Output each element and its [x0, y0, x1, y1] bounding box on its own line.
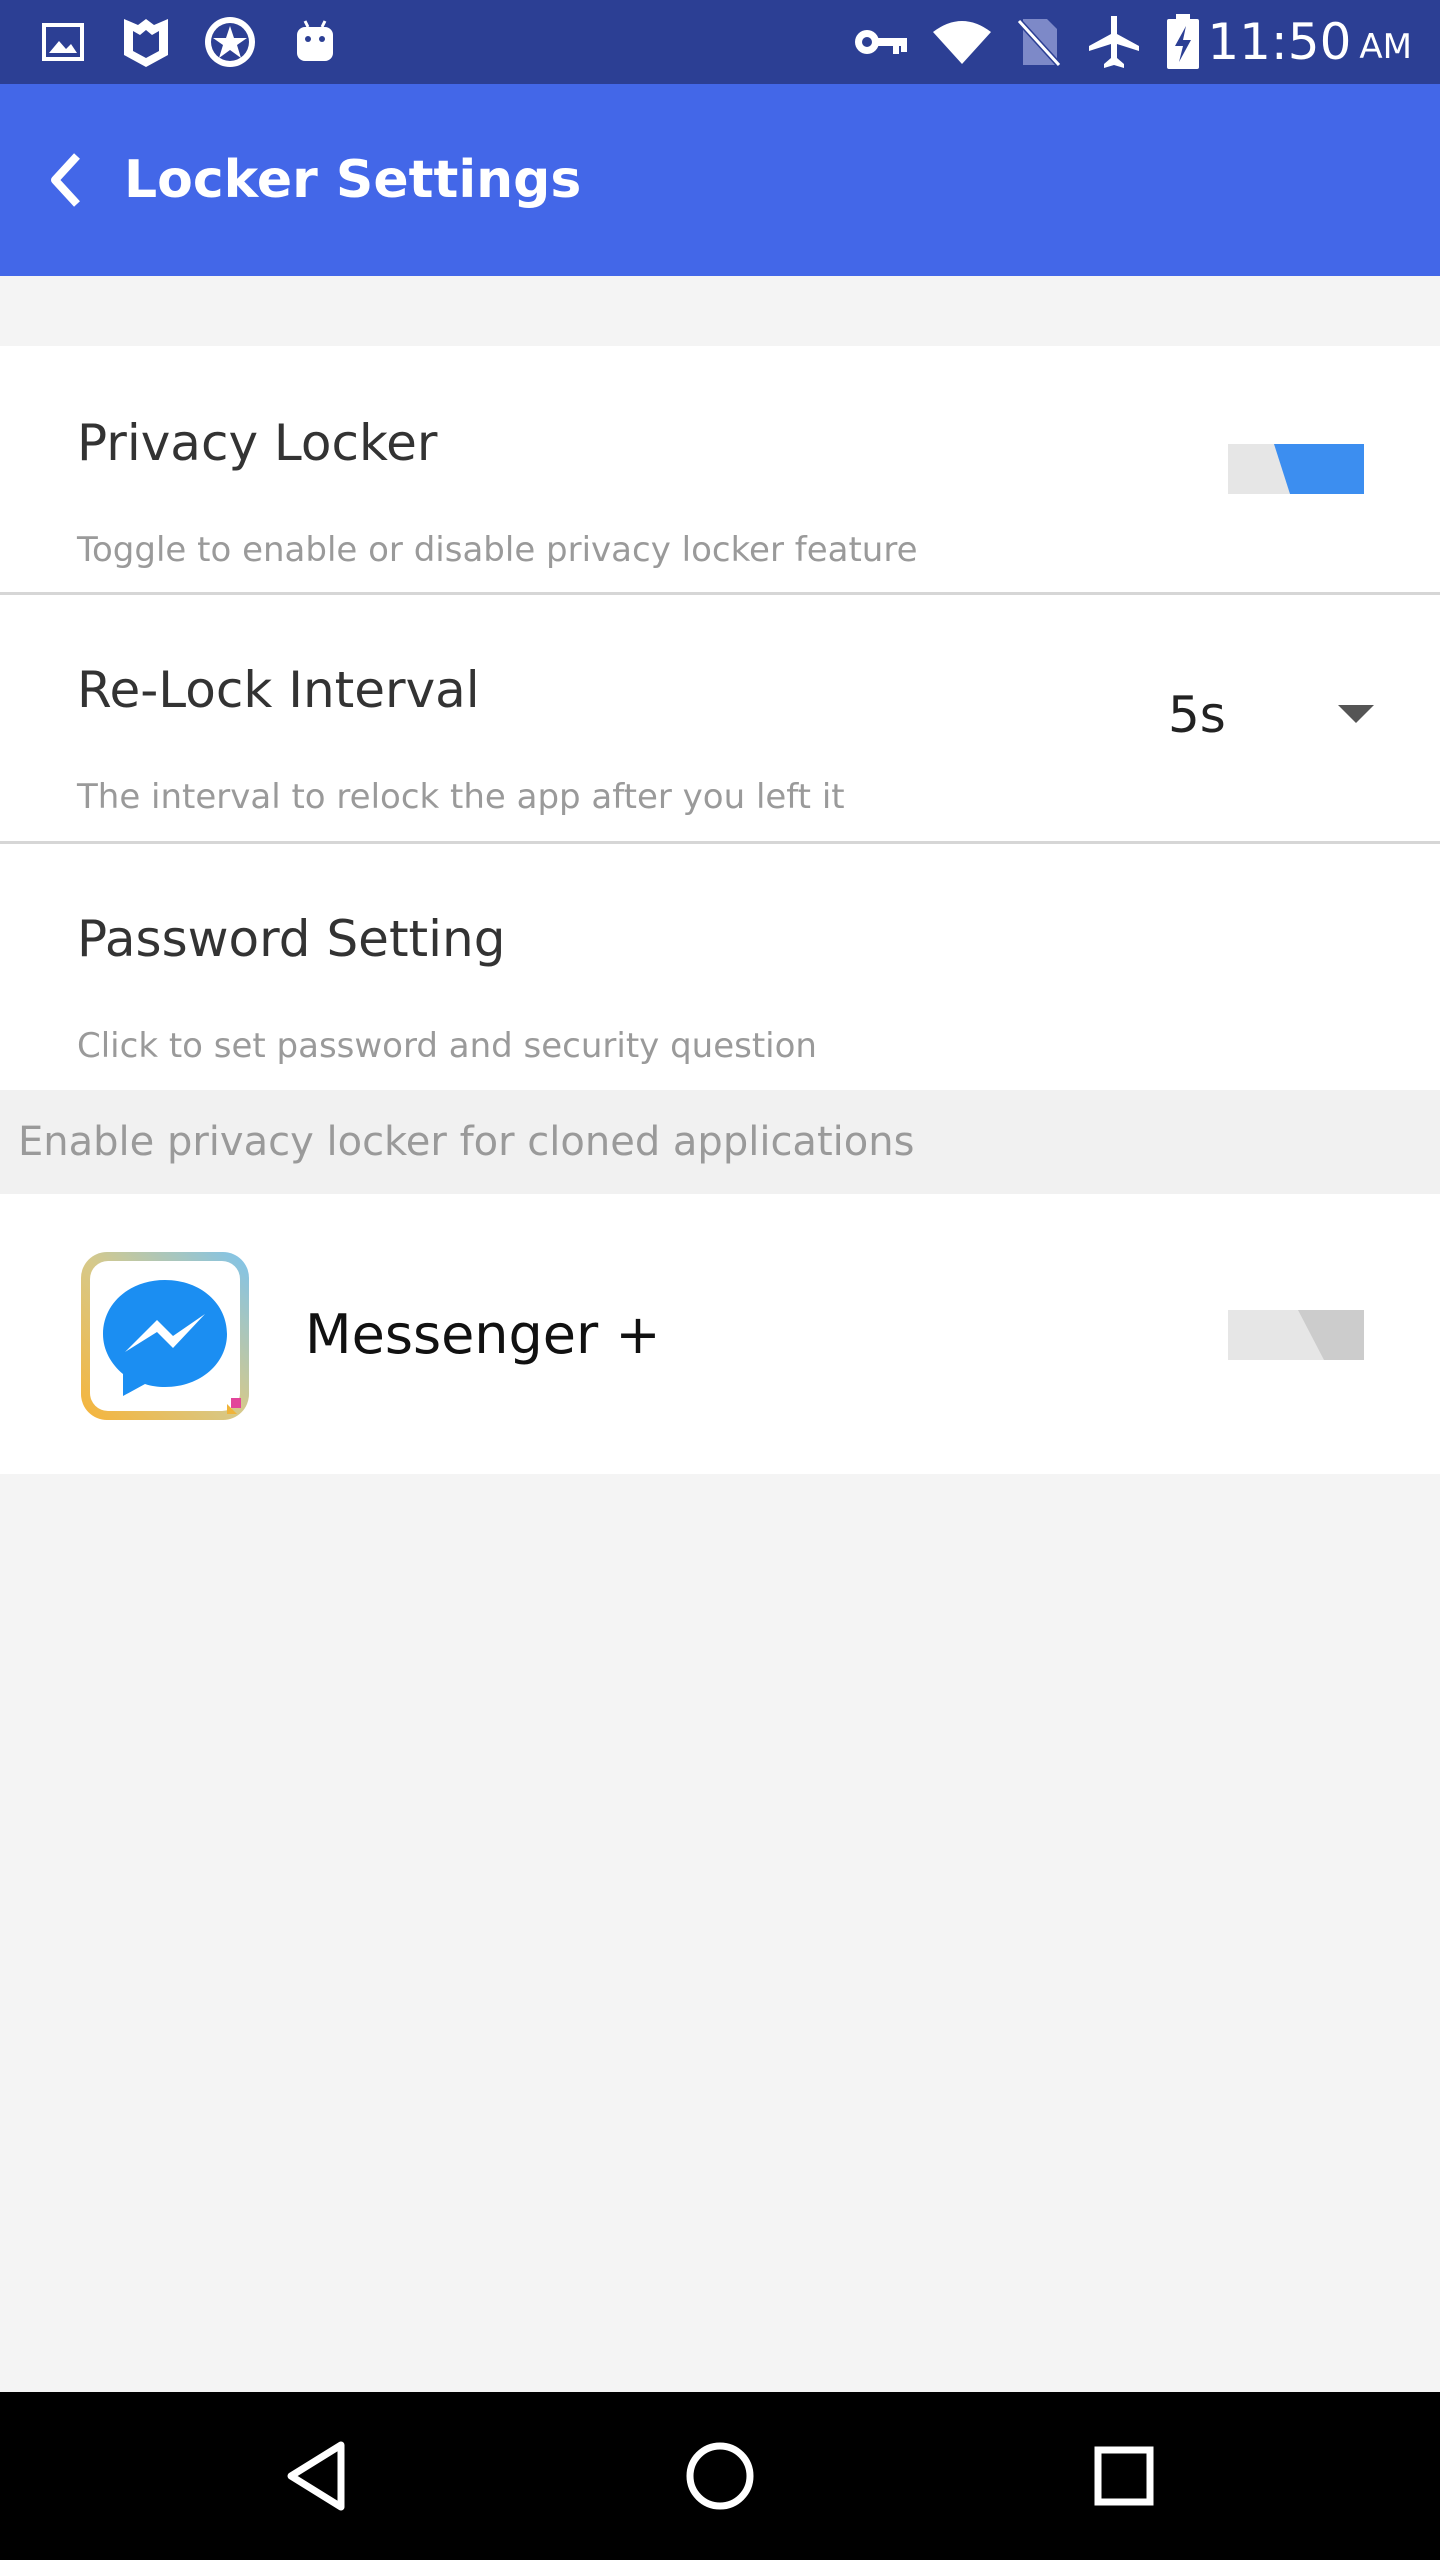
back-button[interactable]: [30, 144, 102, 216]
dropdown-caret-icon: [1338, 705, 1374, 723]
nav-home-button[interactable]: [670, 2426, 770, 2526]
battery-charging-icon: [1164, 14, 1202, 70]
messenger-icon: [77, 1248, 253, 1424]
airplane-icon: [1086, 14, 1142, 70]
badge-star-icon: [200, 14, 260, 70]
cloned-apps-section-header: Enable privacy locker for cloned applica…: [0, 1090, 1440, 1194]
messenger-lock-toggle[interactable]: [1228, 1310, 1364, 1360]
password-setting-subtitle: Click to set password and security quest…: [77, 1026, 817, 1066]
chevron-left-icon: [51, 153, 80, 207]
app-name: Messenger +: [305, 1302, 661, 1366]
home-circle-icon: [686, 2442, 754, 2510]
wifi-icon: [930, 14, 994, 70]
time-text: 11:50: [1207, 13, 1352, 71]
relock-interval-value: 5s: [1168, 686, 1226, 744]
settings-card: Privacy Locker Toggle to enable or disab…: [0, 346, 1440, 1090]
relock-interval-select[interactable]: 5s: [1160, 665, 1380, 765]
privacy-locker-toggle[interactable]: [1228, 444, 1364, 494]
privacy-locker-row[interactable]: Privacy Locker Toggle to enable or disab…: [0, 346, 1440, 592]
back-triangle-icon: [287, 2441, 345, 2511]
android-icon: [292, 14, 338, 70]
nav-recents-button[interactable]: [1074, 2426, 1174, 2526]
image-icon: [38, 14, 88, 70]
page-title: Locker Settings: [124, 150, 582, 210]
ampm-text: AM: [1359, 27, 1412, 67]
nav-back-button[interactable]: [266, 2426, 366, 2526]
relock-interval-row: Re-Lock Interval The interval to relock …: [0, 595, 1440, 841]
recents-square-icon: [1094, 2446, 1154, 2506]
password-setting-title: Password Setting: [77, 910, 506, 968]
status-time: 11:50 AM: [1207, 0, 1412, 84]
password-setting-row[interactable]: Password Setting Click to set password a…: [0, 844, 1440, 1090]
privacy-locker-title: Privacy Locker: [77, 414, 438, 472]
privacy-locker-subtitle: Toggle to enable or disable privacy lock…: [77, 530, 918, 570]
app-bar: Locker Settings: [0, 84, 1440, 276]
no-sim-icon: [1016, 14, 1062, 70]
navigation-bar: [0, 2392, 1440, 2560]
cloned-apps-card: Messenger +: [0, 1194, 1440, 1474]
relock-interval-title: Re-Lock Interval: [77, 661, 480, 719]
list-item[interactable]: Messenger +: [0, 1194, 1440, 1474]
relock-interval-subtitle: The interval to relock the app after you…: [77, 777, 845, 817]
status-bar: 11:50 AM: [0, 0, 1440, 84]
key-icon: [852, 14, 912, 70]
shield-m-icon: [118, 14, 174, 70]
